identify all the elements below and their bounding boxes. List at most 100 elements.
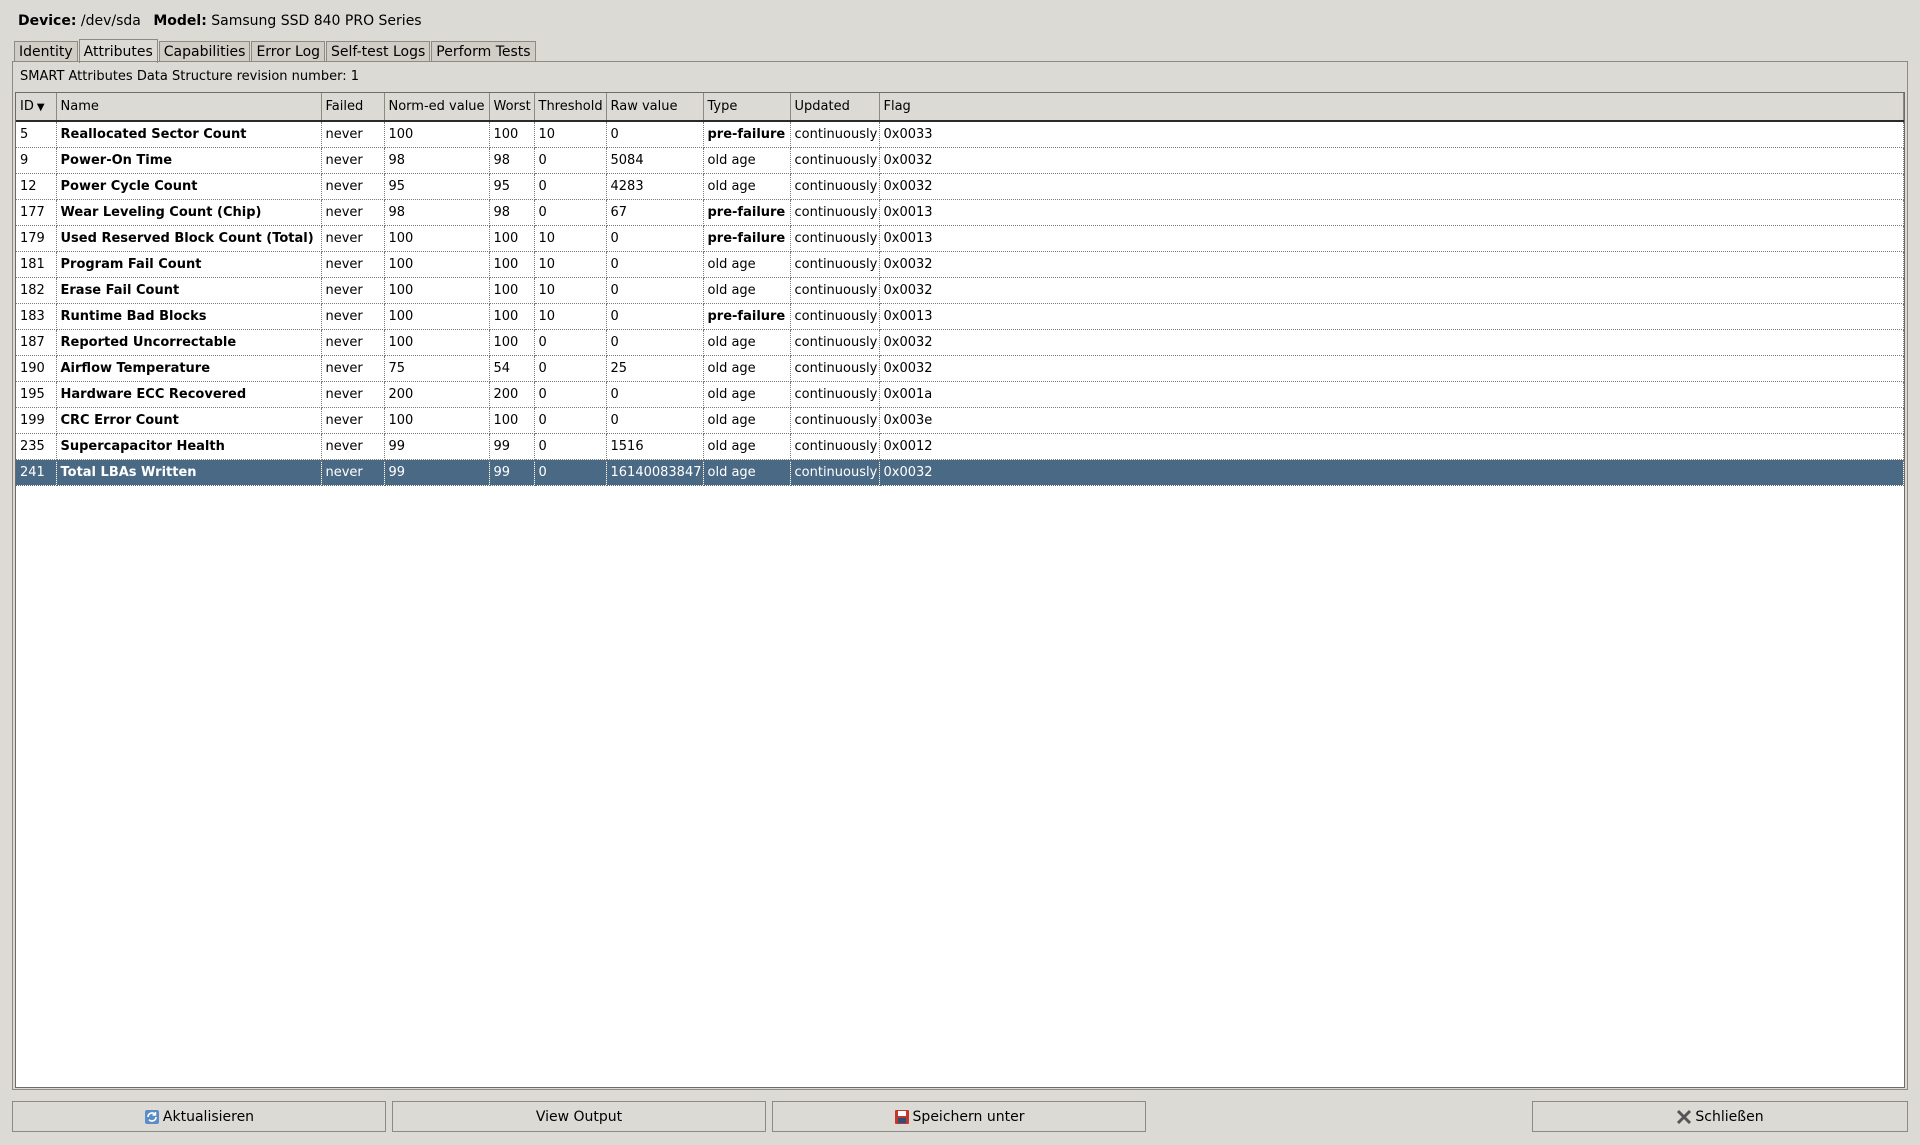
cell-name: Erase Fail Count: [56, 277, 322, 304]
cell-id: 181: [16, 251, 57, 278]
cell-failed: never: [321, 355, 385, 382]
save-as-button[interactable]: Speichern unter: [772, 1101, 1146, 1132]
cell-raw-value: 1516: [606, 433, 704, 460]
table-row[interactable]: 9 Power-On Time never 98 98 0 5084 old age conti…: [16, 147, 1904, 174]
cell-threshold: 10: [534, 225, 607, 252]
tab-attributes[interactable]: Attributes: [78, 39, 158, 63]
cell-worst: 100: [489, 251, 535, 278]
cell-failed: never: [321, 199, 385, 226]
cell-type: old age: [703, 355, 791, 382]
column-header-failed[interactable]: Failed: [321, 93, 385, 122]
table-row[interactable]: 187 Reported Uncorrectable never 100 100 0 0 ol…: [16, 329, 1904, 356]
cell-updated: continuously: [790, 303, 880, 330]
cell-normed-value: 100: [384, 277, 490, 304]
device-label: Device:: [18, 13, 77, 29]
cell-worst: 100: [489, 121, 535, 148]
column-header-id[interactable]: ID ▼: [16, 93, 57, 122]
cell-name: Airflow Temperature: [56, 355, 322, 382]
close-button[interactable]: Schließen: [1532, 1101, 1908, 1132]
column-header-worst[interactable]: Worst: [489, 93, 535, 122]
column-header-type[interactable]: Type: [703, 93, 791, 122]
cell-worst: 54: [489, 355, 535, 382]
cell-raw-value: 16140083847: [606, 459, 704, 486]
attributes-table-container[interactable]: ID ▼ Name Failed Norm-ed value Worst Thre…: [15, 92, 1905, 1088]
cell-flag: 0x0032: [879, 459, 1904, 486]
cell-worst: 95: [489, 173, 535, 200]
tab-perform-tests[interactable]: Perform Tests: [431, 41, 536, 62]
cell-threshold: 0: [534, 329, 607, 356]
table-row[interactable]: 190 Airflow Temperature never 75 54 0 25 old ag…: [16, 355, 1904, 382]
cell-updated: continuously: [790, 225, 880, 252]
model-value: Samsung SSD 840 PRO Series: [211, 13, 422, 29]
column-header-flag[interactable]: Flag: [879, 93, 1904, 122]
cell-id: 5: [16, 121, 57, 148]
tab-error-log[interactable]: Error Log: [251, 41, 326, 62]
cell-updated: continuously: [790, 381, 880, 408]
cell-worst: 100: [489, 407, 535, 434]
cell-updated: continuously: [790, 433, 880, 460]
cell-type: old age: [703, 433, 791, 460]
cell-normed-value: 100: [384, 329, 490, 356]
table-row[interactable]: 182 Erase Fail Count never 100 100 10 0 old age…: [16, 277, 1904, 304]
table-row[interactable]: 5 Reallocated Sector Count never 100 100 10 0 p…: [16, 121, 1904, 148]
cell-normed-value: 100: [384, 303, 490, 330]
column-header-normed-value[interactable]: Norm-ed value: [384, 93, 490, 122]
tab-self-test-logs[interactable]: Self-test Logs: [326, 41, 431, 62]
cell-updated: continuously: [790, 329, 880, 356]
tab-identity[interactable]: Identity: [14, 41, 78, 62]
cell-flag: 0x001a: [879, 381, 1904, 408]
cell-failed: never: [321, 225, 385, 252]
cell-threshold: 0: [534, 407, 607, 434]
cell-updated: continuously: [790, 173, 880, 200]
table-row[interactable]: 177 Wear Leveling Count (Chip) never 98 98 0 6…: [16, 199, 1904, 226]
cell-raw-value: 67: [606, 199, 704, 226]
revision-text: SMART Attributes Data Structure revision…: [20, 69, 359, 84]
table-row[interactable]: 179 Used Reserved Block Count (Total) neve…: [16, 225, 1904, 252]
table-row[interactable]: 199 CRC Error Count never 100 100 0 0 old age co…: [16, 407, 1904, 434]
table-row[interactable]: 12 Power Cycle Count never 95 95 0 4283 old age…: [16, 173, 1904, 200]
view-output-button[interactable]: View Output: [392, 1101, 766, 1132]
cell-threshold: 0: [534, 381, 607, 408]
model-label: Model:: [153, 13, 207, 29]
table-row[interactable]: 183 Runtime Bad Blocks never 100 100 10 0 pre-f…: [16, 303, 1904, 330]
cell-type: pre-failure: [703, 121, 791, 148]
column-header-name[interactable]: Name: [56, 93, 322, 122]
cell-updated: continuously: [790, 277, 880, 304]
cell-type: pre-failure: [703, 225, 791, 252]
column-header-threshold[interactable]: Threshold: [534, 93, 607, 122]
cell-flag: 0x003e: [879, 407, 1904, 434]
table-row[interactable]: 195 Hardware ECC Recovered never 200 200 0 0 ol…: [16, 381, 1904, 408]
cell-normed-value: 98: [384, 147, 490, 174]
table-row[interactable]: 235 Supercapacitor Health never 99 99 0 1516 ol…: [16, 433, 1904, 460]
cell-type: pre-failure: [703, 303, 791, 330]
cell-updated: continuously: [790, 147, 880, 174]
cell-raw-value: 0: [606, 329, 704, 356]
cell-name: CRC Error Count: [56, 407, 322, 434]
cell-id: 183: [16, 303, 57, 330]
cell-id: 12: [16, 173, 57, 200]
cell-failed: never: [321, 277, 385, 304]
attributes-table-body: 5 Reallocated Sector Count never 100 100 10 0 p…: [16, 121, 1904, 486]
column-header-raw-value[interactable]: Raw value: [606, 93, 704, 122]
cell-type: old age: [703, 407, 791, 434]
cell-flag: 0x0013: [879, 225, 1904, 252]
cell-normed-value: 100: [384, 251, 490, 278]
cell-worst: 98: [489, 199, 535, 226]
cell-id: 187: [16, 329, 57, 356]
cell-flag: 0x0032: [879, 173, 1904, 200]
table-row[interactable]: 241 Total LBAs Written never 99 99 0 161400838…: [16, 459, 1904, 486]
table-row[interactable]: 181 Program Fail Count never 100 100 10 0 old a…: [16, 251, 1904, 278]
view-output-button-label: View Output: [535, 1108, 623, 1125]
cell-normed-value: 100: [384, 121, 490, 148]
device-value: /dev/sda: [80, 13, 141, 29]
cell-raw-value: 0: [606, 121, 704, 148]
cell-type: old age: [703, 251, 791, 278]
cell-id: 241: [16, 459, 57, 486]
refresh-button[interactable]: Aktualisieren: [12, 1101, 386, 1132]
cell-raw-value: 5084: [606, 147, 704, 174]
tab-capabilities[interactable]: Capabilities: [158, 41, 251, 62]
column-header-updated[interactable]: Updated: [790, 93, 880, 122]
cell-raw-value: 0: [606, 381, 704, 408]
cell-updated: continuously: [790, 251, 880, 278]
attributes-panel: SMART Attributes Data Structure revision…: [12, 61, 1908, 1090]
